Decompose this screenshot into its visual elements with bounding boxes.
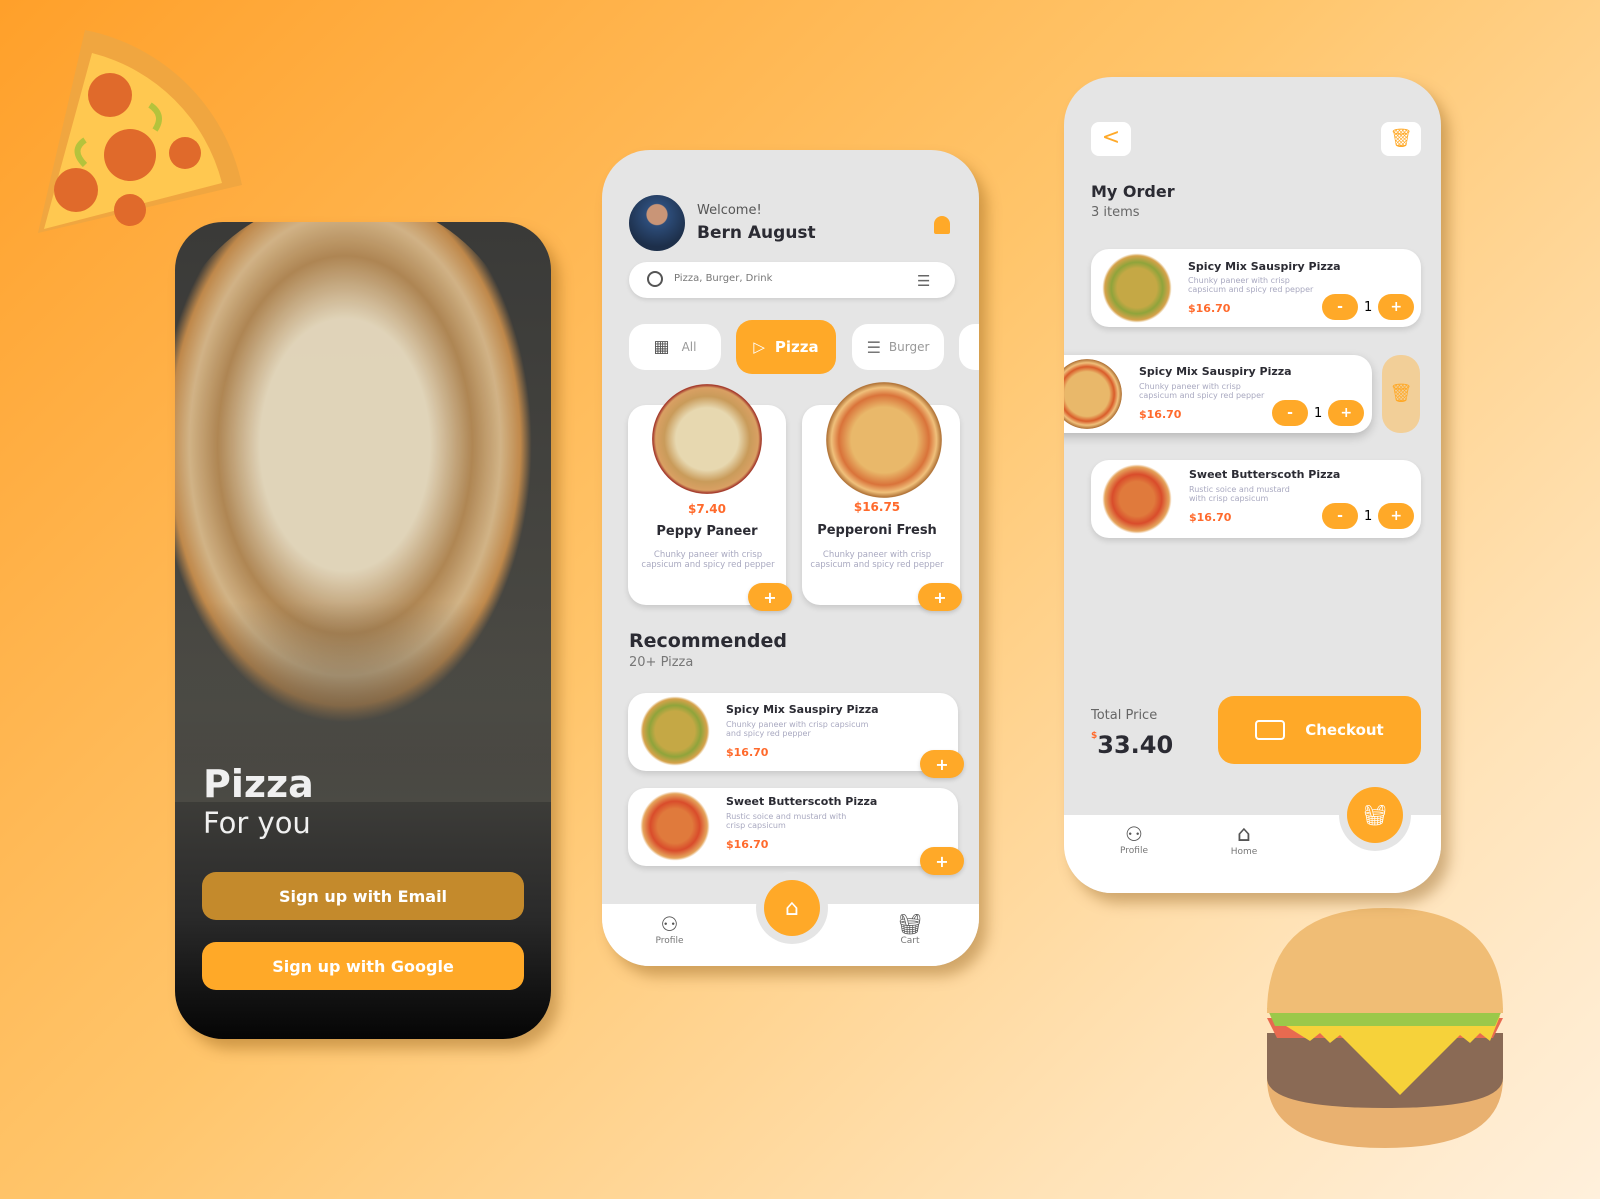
burger-illustration — [1267, 908, 1503, 1148]
checkout-button[interactable]: Checkout — [1218, 696, 1421, 764]
home-button[interactable]: ⌂ — [756, 872, 828, 944]
grid-icon: ▦ — [653, 337, 670, 357]
app-title: Pizza — [203, 762, 314, 806]
pizza-icon: ▷ — [753, 338, 765, 356]
pizza-slice-illustration — [38, 30, 242, 233]
add-button[interactable]: + — [748, 583, 792, 611]
basket-icon: 🧺︎ — [1347, 787, 1403, 843]
home-icon: ⌂ — [764, 880, 820, 936]
cart-button[interactable]: 🧺︎ — [1339, 779, 1411, 851]
home-screen: Welcome! Bern August Pizza, Burger, Drin… — [602, 150, 979, 966]
avatar[interactable] — [629, 195, 685, 251]
recommended-title: Recommended — [629, 630, 787, 652]
pizza-image — [640, 791, 710, 861]
signup-screen: Pizza For you Sign up with Email Sign up… — [175, 222, 551, 1039]
search-bar[interactable]: Pizza, Burger, Drink ☰ — [629, 262, 955, 298]
total-label: Total Price — [1091, 708, 1158, 723]
plus-button[interactable]: + — [1378, 503, 1415, 529]
welcome-text: Welcome! — [697, 203, 762, 218]
quantity-stepper[interactable]: -1 + — [1322, 294, 1415, 320]
quantity-stepper[interactable]: -1 + — [1272, 400, 1365, 426]
search-icon — [647, 271, 663, 287]
nav-cart[interactable]: 🧺︎ Cart — [890, 912, 930, 946]
nav-profile[interactable]: ⚇ Profile — [647, 912, 692, 946]
home-icon: ⌂ — [1237, 822, 1251, 847]
signup-google-button[interactable]: Sign up with Google — [202, 942, 524, 990]
trash-button[interactable]: 🗑︎ — [1381, 122, 1421, 156]
category-all[interactable]: ▦ All — [629, 324, 721, 370]
category-burger[interactable]: ☰ Burger — [852, 324, 944, 370]
search-input[interactable]: Pizza, Burger, Drink — [674, 273, 772, 284]
add-button[interactable]: + — [918, 583, 962, 611]
burger-icon: ☰ — [866, 337, 881, 357]
nav-home[interactable]: ⌂ Home — [1224, 822, 1264, 857]
minus-button[interactable]: - — [1272, 400, 1308, 426]
order-title: My Order — [1091, 182, 1175, 201]
category-pizza[interactable]: ▷ Pizza — [736, 320, 836, 374]
back-button[interactable]: < — [1091, 122, 1131, 156]
quantity-stepper[interactable]: -1 + — [1322, 503, 1415, 529]
category-drink[interactable] — [959, 324, 979, 370]
app-subtitle: For you — [203, 806, 311, 840]
user-name: Bern August — [697, 223, 816, 243]
add-button[interactable]: + — [920, 750, 964, 778]
bell-icon[interactable] — [934, 216, 950, 234]
minus-button[interactable]: - — [1322, 503, 1358, 529]
profile-icon: ⚇ — [660, 912, 679, 936]
swipe-delete-button[interactable]: 🗑︎ — [1382, 355, 1420, 433]
nav-profile[interactable]: ⚇ Profile — [1114, 822, 1154, 856]
plus-button[interactable]: + — [1328, 400, 1365, 426]
order-screen: < 🗑︎ My Order 3 items Spicy Mix Sauspiry… — [1064, 77, 1441, 893]
order-count: 3 items — [1091, 205, 1140, 220]
pizza-image — [1102, 464, 1172, 534]
pizza-image — [1102, 253, 1172, 323]
minus-button[interactable]: - — [1322, 294, 1358, 320]
plus-button[interactable]: + — [1378, 294, 1415, 320]
basket-icon: 🧺︎ — [897, 912, 923, 936]
profile-icon: ⚇ — [1125, 822, 1143, 846]
signup-email-button[interactable]: Sign up with Email — [202, 872, 524, 920]
pizza-image — [826, 382, 942, 498]
pizza-image — [652, 384, 762, 494]
total-price: $33.40 — [1091, 731, 1174, 759]
filter-icon[interactable]: ☰ — [917, 272, 930, 290]
pizza-image — [640, 696, 710, 766]
credit-card-icon — [1255, 720, 1286, 740]
add-button[interactable]: + — [920, 847, 964, 875]
recommended-count: 20+ Pizza — [629, 655, 694, 670]
